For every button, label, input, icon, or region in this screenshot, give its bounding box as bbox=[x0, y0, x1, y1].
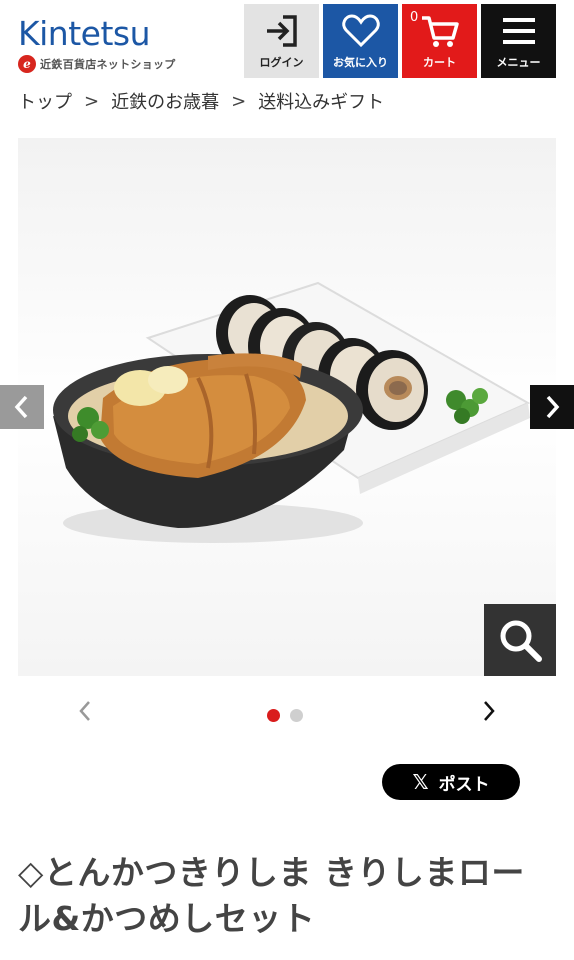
cart-icon bbox=[421, 16, 459, 47]
chevron-right-icon bbox=[484, 701, 495, 721]
menu-label: メニュー bbox=[496, 56, 541, 69]
logo-wordmark: Kintetsu bbox=[18, 14, 151, 53]
x-logo-icon: 𝕏 bbox=[412, 770, 429, 794]
product-title: ◇とんかつきりしま きりしまロール&かつめしセット bbox=[18, 853, 525, 938]
favorites-button[interactable]: お気に入り bbox=[323, 4, 398, 78]
cart-label: カート bbox=[423, 56, 456, 69]
hamburger-icon bbox=[502, 18, 535, 44]
zoom-button[interactable] bbox=[484, 604, 556, 676]
heart-icon bbox=[341, 14, 380, 48]
login-label: ログイン bbox=[259, 56, 304, 69]
logo-subtitle-text: 近鉄百貨店ネットショップ bbox=[40, 58, 176, 71]
chevron-left-icon bbox=[79, 701, 90, 721]
breadcrumb-separator: > bbox=[231, 90, 247, 112]
cart-button[interactable]: 0 カート bbox=[402, 4, 477, 78]
pager-dots bbox=[267, 709, 303, 722]
chevron-left-icon bbox=[14, 395, 28, 419]
site-logo[interactable]: Kintetsu e 近鉄百貨店ネットショップ bbox=[18, 12, 208, 76]
post-label: ポスト bbox=[438, 774, 490, 795]
pager-dot-1[interactable] bbox=[267, 709, 280, 722]
x-post-button[interactable]: 𝕏 ポスト bbox=[382, 764, 520, 800]
gallery-prev-button[interactable] bbox=[0, 385, 44, 429]
katsudon-bowl bbox=[53, 353, 363, 528]
product-image[interactable] bbox=[18, 138, 556, 676]
chevron-right-icon bbox=[546, 395, 560, 419]
pager-prev-button[interactable] bbox=[72, 696, 98, 726]
site-header: Kintetsu e 近鉄百貨店ネットショップ ログイン お気に入り 0 カート bbox=[0, 0, 574, 84]
breadcrumb-item-oseibo[interactable]: 近鉄のお歳暮 bbox=[111, 88, 219, 114]
gallery-next-button[interactable] bbox=[530, 385, 574, 429]
breadcrumb-separator: > bbox=[84, 90, 100, 112]
breadcrumb-item-gift[interactable]: 送料込みギフト bbox=[258, 88, 384, 114]
logo-subtitle: e 近鉄百貨店ネットショップ bbox=[18, 54, 176, 74]
pager-dot-2[interactable] bbox=[290, 709, 303, 722]
logo-mark-icon: e bbox=[18, 55, 36, 73]
product-photo bbox=[53, 281, 531, 543]
breadcrumb: トップ > 近鉄のお歳暮 > 送料込みギフト bbox=[18, 88, 384, 114]
login-icon bbox=[266, 15, 297, 47]
cart-count-badge: 0 bbox=[410, 10, 419, 25]
menu-button[interactable]: メニュー bbox=[481, 4, 556, 78]
favorites-label: お気に入り bbox=[333, 56, 388, 69]
breadcrumb-item-top[interactable]: トップ bbox=[18, 88, 72, 114]
pager-next-button[interactable] bbox=[476, 696, 502, 726]
magnifier-icon bbox=[500, 620, 542, 662]
login-button[interactable]: ログイン bbox=[244, 4, 319, 78]
